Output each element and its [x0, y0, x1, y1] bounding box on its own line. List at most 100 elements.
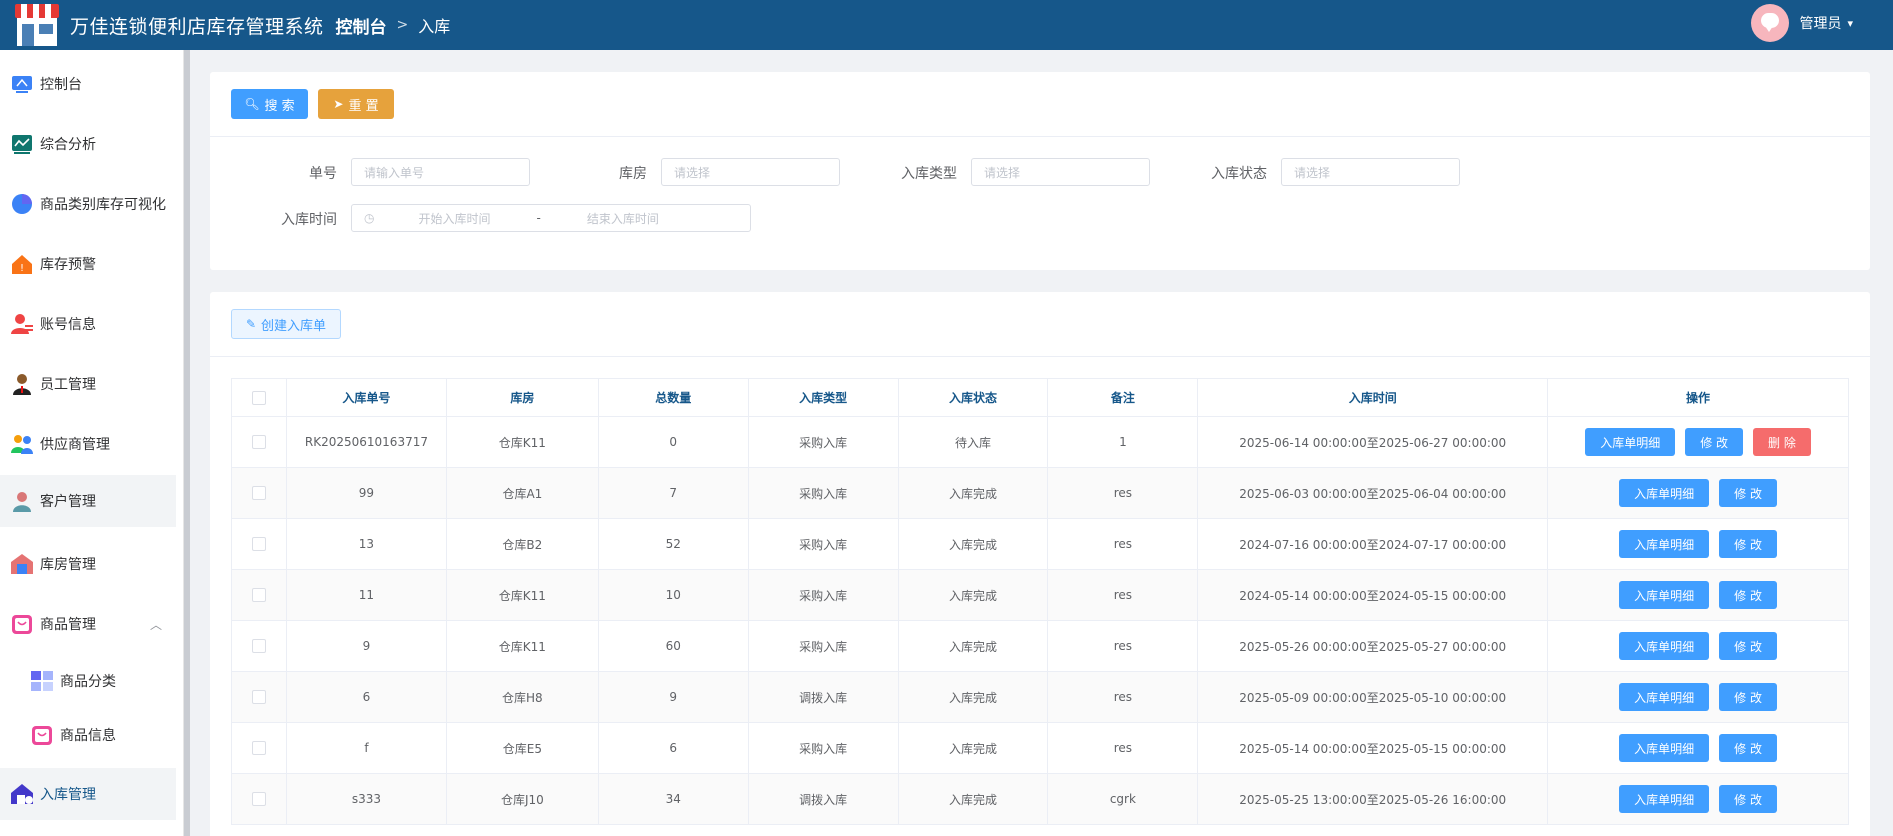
type-select[interactable]: 请选择: [971, 158, 1150, 186]
goods-icon: [10, 613, 34, 635]
column-header: 入库类型: [747, 378, 899, 417]
table-row: s333 仓库J10 34 调拨入库 入库完成 cgrk 2025-05-25 …: [231, 773, 1849, 825]
column-header: 总数量: [597, 378, 749, 417]
breadcrumb-home[interactable]: 控制台: [336, 13, 387, 38]
cell-qty: 34: [597, 773, 749, 825]
row-checkbox[interactable]: [251, 792, 266, 807]
detail-button[interactable]: 入库单明细: [1619, 683, 1710, 711]
time-label: 入库时间: [281, 212, 337, 228]
sidebar-item-warehouse[interactable]: 库房管理: [0, 538, 176, 590]
chevron-down-icon[interactable]: ▾: [1847, 17, 1853, 30]
pie-chart-icon: [10, 193, 34, 215]
employee-icon: [10, 373, 34, 395]
cell-note: res: [1047, 620, 1199, 672]
edit-button[interactable]: 修 改: [1719, 530, 1777, 558]
chevron-up-icon[interactable]: ︿: [150, 616, 162, 633]
cell-qty: 52: [597, 518, 749, 570]
row-checkbox[interactable]: [251, 486, 266, 501]
search-icon: 🔍︎: [244, 97, 260, 111]
edit-button[interactable]: 修 改: [1719, 632, 1777, 660]
edit-button[interactable]: 修 改: [1719, 734, 1777, 762]
sidebar-item-goods-info[interactable]: 商品信息: [0, 709, 176, 761]
cell-type: 调拨入库: [747, 773, 899, 825]
detail-button[interactable]: 入库单明细: [1619, 734, 1710, 762]
row-checkbox[interactable]: [251, 537, 266, 552]
start-time-input[interactable]: 开始入库时间: [418, 210, 490, 227]
user-menu[interactable]: 管理员 ▾: [1751, 4, 1853, 42]
cell-status: 入库完成: [897, 620, 1049, 672]
cell-order-no: f: [285, 722, 447, 774]
column-header: 入库状态: [897, 378, 1049, 417]
cell-type: 采购入库: [747, 620, 899, 672]
cell-status: 入库完成: [897, 773, 1049, 825]
sidebar-item-label: 库存预警: [40, 257, 96, 273]
row-checkbox[interactable]: [251, 690, 266, 705]
cell-warehouse: 仓库K11: [445, 620, 599, 672]
type-label: 入库类型: [901, 166, 957, 182]
cell-type: 采购入库: [747, 467, 899, 519]
row-checkbox[interactable]: [251, 741, 266, 756]
warehouse-select[interactable]: 请选择: [661, 158, 840, 186]
table-header-row: 入库单号 库房 总数量 入库类型 入库状态 备注 入库时间 操作: [231, 378, 1849, 417]
delete-button[interactable]: 删 除: [1753, 428, 1811, 456]
status-select[interactable]: 请选择: [1281, 158, 1460, 186]
cell-warehouse: 仓库K11: [445, 569, 599, 621]
order-no-input[interactable]: 请输入单号: [351, 158, 530, 186]
sidebar-item-employee[interactable]: 员工管理: [0, 358, 176, 410]
sidebar-item-category-visual[interactable]: 商品类别库存可视化: [0, 178, 176, 230]
edit-button[interactable]: 修 改: [1685, 428, 1744, 456]
search-button[interactable]: 🔍︎ 搜 索: [231, 89, 308, 119]
cell-time: 2025-05-25 13:00:00至2025-05-26 16:00:00: [1197, 773, 1549, 825]
detail-button[interactable]: 入库单明细: [1619, 581, 1710, 609]
table-row: 11 仓库K11 10 采购入库 入库完成 res 2024-05-14 00:…: [231, 569, 1849, 621]
avatar[interactable]: [1751, 4, 1790, 42]
cell-order-no: RK20250610163717: [285, 416, 447, 468]
sidebar-item-analysis[interactable]: 综合分析: [0, 118, 176, 170]
warehouse-label: 库房: [619, 166, 647, 182]
reset-button[interactable]: ➤ 重 置: [318, 89, 394, 119]
end-time-input[interactable]: 结束入库时间: [587, 210, 659, 227]
select-all-checkbox[interactable]: [251, 390, 266, 405]
cell-note: res: [1047, 518, 1199, 570]
create-inbound-button[interactable]: ✎ 创建入库单: [231, 309, 341, 339]
edit-button[interactable]: 修 改: [1719, 581, 1777, 609]
sidebar-item-account[interactable]: 账号信息: [0, 298, 176, 350]
column-header: 入库单号: [285, 378, 447, 417]
sidebar-item-supplier[interactable]: 供应商管理: [0, 418, 176, 470]
row-checkbox[interactable]: [251, 639, 266, 654]
row-checkbox[interactable]: [251, 588, 266, 603]
cell-time: 2025-05-14 00:00:00至2025-05-15 00:00:00: [1197, 722, 1549, 774]
detail-button[interactable]: 入库单明细: [1619, 632, 1710, 660]
cell-qty: 7: [597, 467, 749, 519]
cell-order-no: 13: [285, 518, 447, 570]
user-name[interactable]: 管理员: [1799, 13, 1841, 33]
time-range-picker[interactable]: ◷ 开始入库时间 - 结束入库时间: [351, 204, 751, 232]
detail-button[interactable]: 入库单明细: [1619, 479, 1710, 507]
account-icon: [10, 313, 34, 335]
sidebar-item-goods[interactable]: 商品管理 ︿: [0, 598, 176, 650]
edit-button[interactable]: 修 改: [1719, 479, 1777, 507]
edit-button[interactable]: 修 改: [1719, 785, 1777, 813]
select-all-cell[interactable]: [231, 378, 287, 417]
detail-button[interactable]: 入库单明细: [1619, 530, 1710, 558]
sidebar-item-dashboard[interactable]: 控制台: [0, 58, 176, 110]
sidebar-scrollbar[interactable]: [184, 50, 190, 836]
cell-type: 采购入库: [747, 569, 899, 621]
detail-button[interactable]: 入库单明细: [1619, 785, 1710, 813]
cell-warehouse: 仓库A1: [445, 467, 599, 519]
sidebar-item-label: 商品类别库存可视化: [40, 197, 166, 213]
cell-warehouse: 仓库H8: [445, 671, 599, 723]
sidebar-item-inbound[interactable]: 入库管理: [0, 768, 176, 820]
edit-button[interactable]: 修 改: [1719, 683, 1777, 711]
row-checkbox[interactable]: [251, 435, 266, 450]
sidebar-item-stock-warning[interactable]: ! 库存预警: [0, 238, 176, 290]
detail-button[interactable]: 入库单明细: [1585, 428, 1676, 456]
cell-qty: 6: [597, 722, 749, 774]
category-icon: [30, 670, 54, 692]
cell-qty: 10: [597, 569, 749, 621]
sidebar-item-customer[interactable]: 客户管理: [0, 475, 176, 527]
cell-time: 2024-05-14 00:00:00至2024-05-15 00:00:00: [1197, 569, 1549, 621]
top-header: 万佳连锁便利店库存管理系统 控制台 > 入库 管理员 ▾: [0, 0, 1893, 50]
sidebar-item-category[interactable]: 商品分类: [0, 655, 176, 707]
cell-status: 待入库: [897, 416, 1049, 468]
